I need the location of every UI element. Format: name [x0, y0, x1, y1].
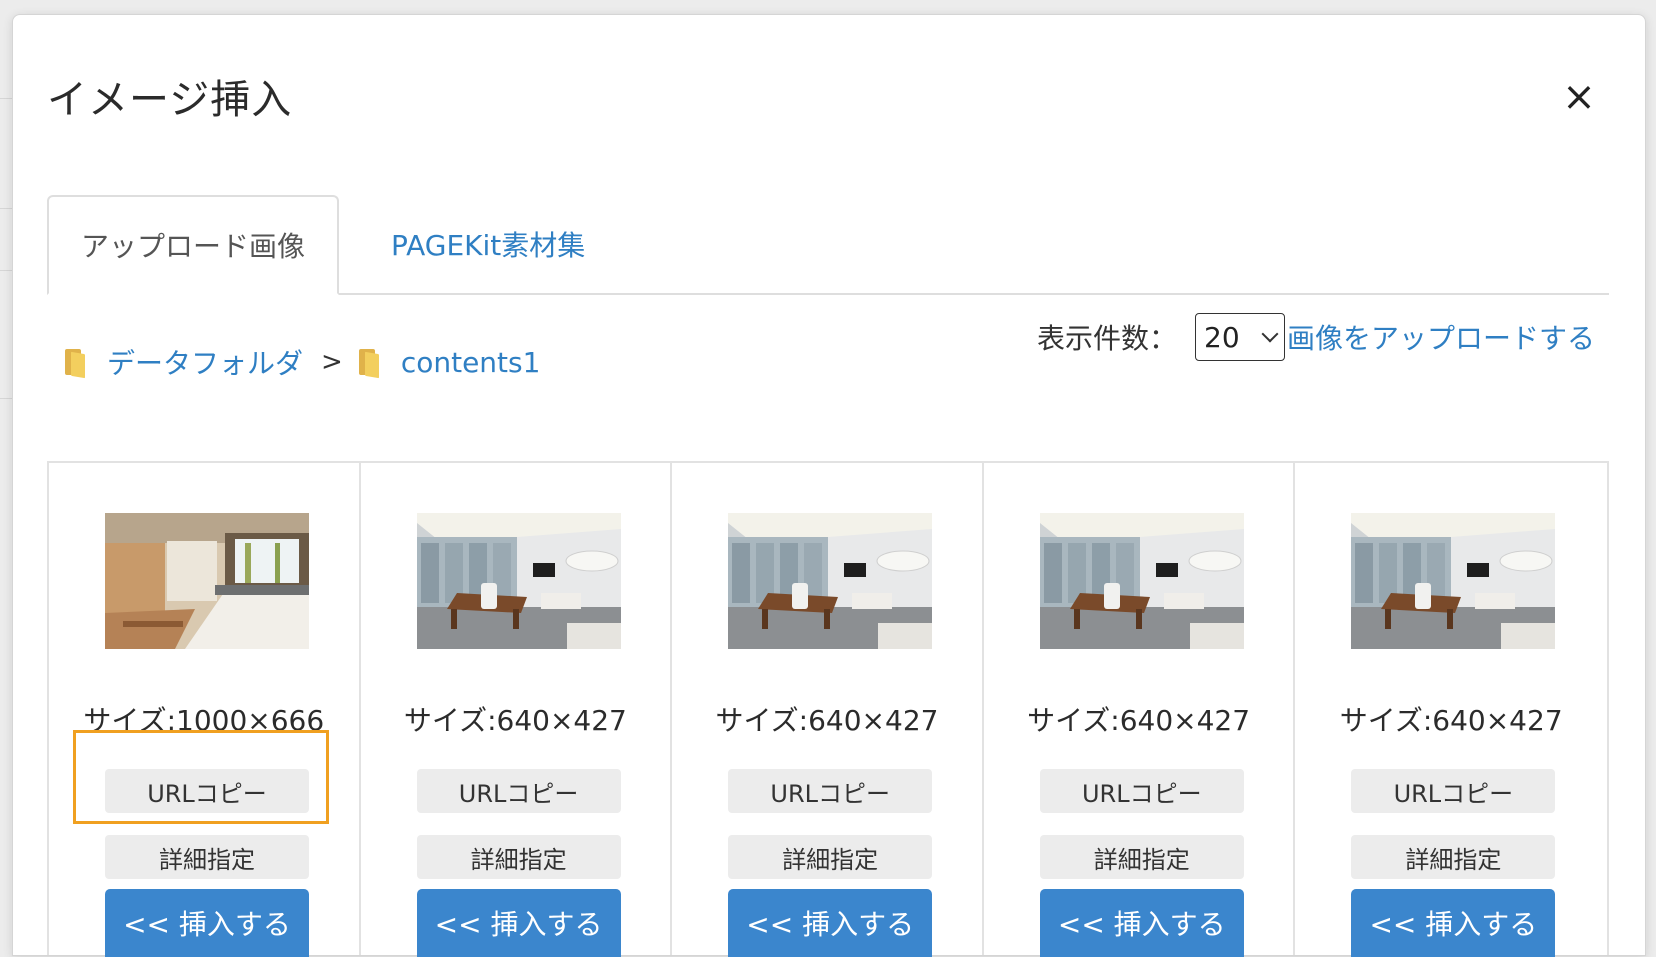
url-copy-button[interactable]: URLコピー: [728, 769, 933, 813]
image-card: サイズ:640×427 URLコピー 詳細指定 << 挿入する: [1295, 463, 1607, 957]
modal-title: イメージ挿入: [47, 77, 293, 123]
breadcrumb-separator: >: [321, 347, 343, 377]
image-thumbnail-office[interactable]: [1351, 513, 1556, 649]
image-thumbnail-kitchen[interactable]: [105, 513, 309, 649]
insert-button[interactable]: << 挿入する: [1351, 889, 1556, 957]
upload-image-link[interactable]: 画像をアップロードする: [1287, 317, 1595, 357]
per-page-control: 表示件数： 20 画像をアップロードする: [1037, 311, 1595, 363]
tab-uploaded-images[interactable]: アップロード画像: [47, 195, 339, 295]
image-size-label: サイズ:640×427: [1339, 704, 1563, 737]
image-card: サイズ:640×427 URLコピー 詳細指定 << 挿入する: [984, 463, 1296, 957]
detail-settings-button[interactable]: 詳細指定: [1351, 835, 1556, 879]
breadcrumb-contents1[interactable]: contents1: [401, 346, 541, 379]
folder-icon: [357, 347, 381, 379]
insert-button[interactable]: << 挿入する: [728, 889, 933, 957]
detail-settings-button[interactable]: 詳細指定: [1039, 835, 1244, 879]
image-thumbnail-office[interactable]: [728, 513, 933, 649]
image-size-label: サイズ:640×427: [715, 704, 939, 737]
chevron-down-icon: [1261, 325, 1279, 343]
url-copy-button[interactable]: URLコピー: [1039, 769, 1244, 813]
tab-bar: アップロード画像 PAGEKit素材集: [47, 195, 1609, 295]
image-card: サイズ:640×427 URLコピー 詳細指定 << 挿入する: [672, 463, 984, 957]
image-thumbnail-office[interactable]: [1039, 513, 1244, 649]
close-icon: ×: [1562, 74, 1596, 120]
breadcrumb: データフォルダ > contents1: [63, 337, 540, 387]
close-button[interactable]: ×: [1559, 77, 1599, 117]
insert-button[interactable]: << 挿入する: [105, 889, 309, 957]
folder-icon: [63, 347, 87, 379]
per-page-select[interactable]: 20: [1195, 313, 1286, 361]
url-copy-button[interactable]: URLコピー: [416, 769, 621, 813]
image-card: サイズ:640×427 URLコピー 詳細指定 << 挿入する: [361, 463, 673, 957]
insert-button[interactable]: << 挿入する: [416, 889, 621, 957]
detail-settings-button[interactable]: 詳細指定: [105, 835, 309, 879]
image-size-label: サイズ:640×427: [1027, 704, 1251, 737]
tab-pagekit-assets[interactable]: PAGEKit素材集: [359, 195, 617, 293]
image-grid: サイズ:1000×666 URLコピー 詳細指定 << 挿入する サイズ:640…: [47, 461, 1609, 957]
per-page-value: 20: [1204, 320, 1240, 354]
detail-settings-button[interactable]: 詳細指定: [728, 835, 933, 879]
image-card: サイズ:1000×666 URLコピー 詳細指定 << 挿入する: [49, 463, 361, 957]
breadcrumb-data-folder[interactable]: データフォルダ: [107, 342, 303, 382]
image-size-label: サイズ:640×427: [403, 704, 627, 737]
url-copy-button[interactable]: URLコピー: [1351, 769, 1556, 813]
detail-settings-button[interactable]: 詳細指定: [416, 835, 621, 879]
per-page-label: 表示件数：: [1037, 322, 1178, 355]
image-thumbnail-office[interactable]: [416, 513, 621, 649]
highlight-annotation: [73, 730, 329, 824]
insert-button[interactable]: << 挿入する: [1039, 889, 1244, 957]
